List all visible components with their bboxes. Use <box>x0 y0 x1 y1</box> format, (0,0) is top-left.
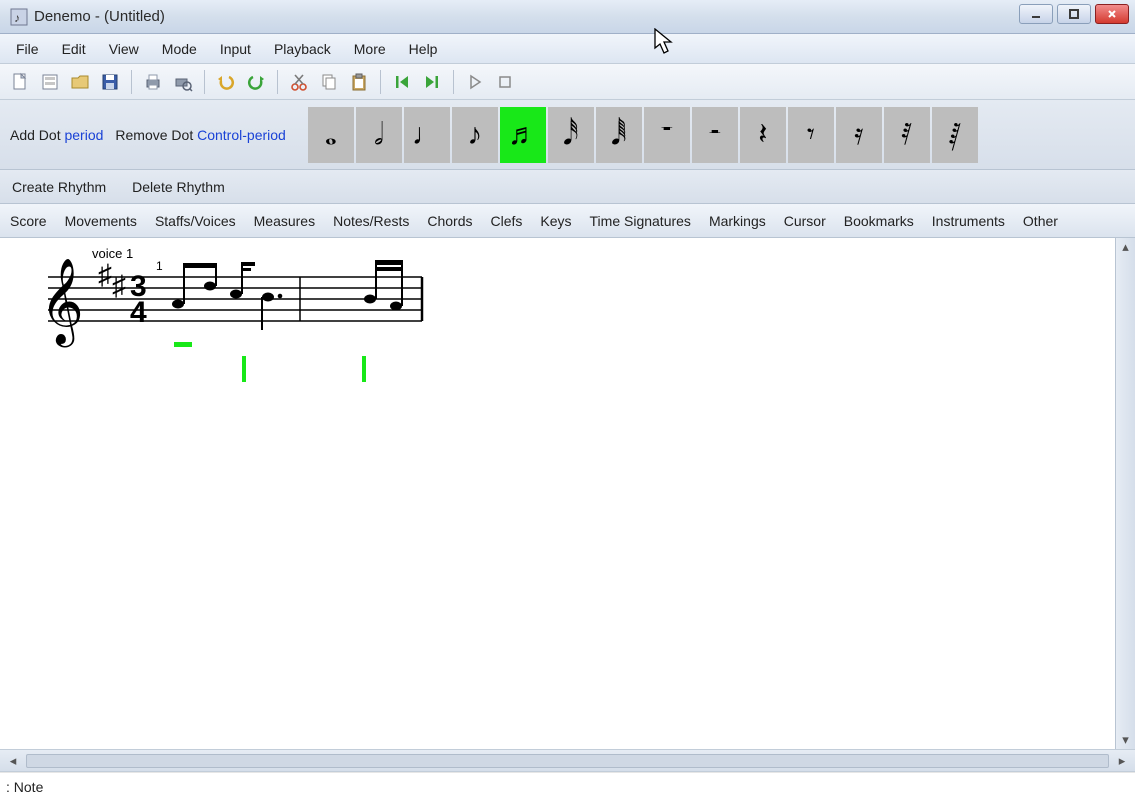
score-canvas[interactable]: voice 1 1 𝄞 ♯ ♯ 3 4 <box>0 238 1115 749</box>
open-folder-icon[interactable] <box>68 70 92 94</box>
copy-icon[interactable] <box>317 70 341 94</box>
menu-file[interactable]: File <box>6 37 49 61</box>
stop-icon[interactable] <box>493 70 517 94</box>
cut-icon[interactable] <box>287 70 311 94</box>
tab-instruments[interactable]: Instruments <box>932 213 1005 229</box>
menu-more[interactable]: More <box>344 37 396 61</box>
duration-palette: Add Dot period Remove Dot Control-period… <box>0 100 1135 170</box>
save-icon[interactable] <box>98 70 122 94</box>
tab-clefs[interactable]: Clefs <box>490 213 522 229</box>
tab-bookmarks[interactable]: Bookmarks <box>844 213 914 229</box>
go-end-icon[interactable] <box>420 70 444 94</box>
app-icon: ♪ <box>10 8 28 26</box>
menu-mode[interactable]: Mode <box>152 37 207 61</box>
add-dot-shortcut: period <box>64 127 103 143</box>
remove-dot-shortcut: Control-period <box>197 127 286 143</box>
window-title: Denemo - (Untitled) <box>34 8 165 25</box>
duration-sixtyfourth-rest[interactable]: 𝅁 <box>932 107 978 163</box>
time-denominator: 4 <box>130 296 147 329</box>
menu-view[interactable]: View <box>99 37 149 61</box>
scroll-left-icon[interactable]: ◂ <box>4 753 22 769</box>
notes-beat-1 <box>172 263 217 347</box>
tab-staffs-voices[interactable]: Staffs/Voices <box>155 213 236 229</box>
maximize-button[interactable] <box>1057 4 1091 24</box>
tab-notes-rests[interactable]: Notes/Rests <box>333 213 409 229</box>
go-start-icon[interactable] <box>390 70 414 94</box>
measure-number: 1 <box>156 259 163 273</box>
duration-eighth-note[interactable]: ♪ <box>452 107 498 163</box>
status-text: : Note <box>6 779 43 795</box>
new-file-icon[interactable] <box>8 70 32 94</box>
window-controls <box>1017 4 1131 24</box>
duration-sixtyfourth-note[interactable]: 𝅘𝅥𝅱 <box>596 107 642 163</box>
treble-clef-icon: 𝄞 <box>40 259 84 348</box>
menu-edit[interactable]: Edit <box>52 37 96 61</box>
delete-rhythm-button[interactable]: Delete Rhythm <box>132 179 225 195</box>
duration-sixteenth-rest[interactable]: 𝄿 <box>836 107 882 163</box>
menu-help[interactable]: Help <box>399 37 448 61</box>
print-icon[interactable] <box>141 70 165 94</box>
menu-playback[interactable]: Playback <box>264 37 341 61</box>
paste-icon[interactable] <box>347 70 371 94</box>
print-preview-icon[interactable] <box>171 70 195 94</box>
toolbar-separator <box>131 70 132 94</box>
vertical-scrollbar[interactable]: ▴ ▾ <box>1115 238 1135 749</box>
rhythm-row: Create Rhythm Delete Rhythm <box>0 170 1135 204</box>
sharp-icon: ♯ <box>112 270 126 301</box>
duration-whole-rest[interactable]: 𝄻 <box>644 107 690 163</box>
tab-cursor[interactable]: Cursor <box>784 213 826 229</box>
toolbar-separator <box>277 70 278 94</box>
tab-row: Score Movements Staffs/Voices Measures Notes… <box>0 204 1135 238</box>
tab-score[interactable]: Score <box>10 213 47 229</box>
duration-quarter-rest[interactable]: 𝄽 <box>740 107 786 163</box>
toolbar-separator <box>204 70 205 94</box>
duration-thirtysecond-note[interactable]: 𝅘𝅥𝅰 <box>548 107 594 163</box>
undo-icon[interactable] <box>214 70 238 94</box>
remove-dot-label: Remove Dot <box>115 127 193 143</box>
duration-sixteenth-note[interactable]: ♬ <box>500 107 546 163</box>
close-button[interactable] <box>1095 4 1129 24</box>
horizontal-scrollbar[interactable]: ◂ ▸ <box>0 750 1135 772</box>
tab-keys[interactable]: Keys <box>540 213 571 229</box>
scroll-down-icon[interactable]: ▾ <box>1116 731 1135 749</box>
add-dot-button[interactable]: Add Dot period <box>10 127 103 143</box>
tab-movements[interactable]: Movements <box>65 213 137 229</box>
score-area: voice 1 1 𝄞 ♯ ♯ 3 4 <box>0 238 1135 750</box>
add-dot-label: Add Dot <box>10 127 61 143</box>
toolbar-separator <box>453 70 454 94</box>
tab-chords[interactable]: Chords <box>427 213 472 229</box>
notes-beat-2 <box>230 262 282 382</box>
toolbar-separator <box>380 70 381 94</box>
menubar: FileEditViewModeInputPlaybackMoreHelp <box>0 34 1135 64</box>
scroll-up-icon[interactable]: ▴ <box>1116 238 1135 256</box>
tab-time-signatures[interactable]: Time Signatures <box>590 213 691 229</box>
redo-icon[interactable] <box>244 70 268 94</box>
open-template-icon[interactable] <box>38 70 62 94</box>
duration-half-rest[interactable]: 𝄼 <box>692 107 738 163</box>
duration-quarter-note[interactable]: ♩ <box>404 107 450 163</box>
create-rhythm-button[interactable]: Create Rhythm <box>12 179 106 195</box>
toolbar <box>0 64 1135 100</box>
duration-half-note[interactable]: 𝅗𝅥 <box>356 107 402 163</box>
tab-markings[interactable]: Markings <box>709 213 766 229</box>
titlebar: ♪ Denemo - (Untitled) <box>0 0 1135 34</box>
tab-measures[interactable]: Measures <box>254 213 315 229</box>
remove-dot-button[interactable]: Remove Dot Control-period <box>115 127 285 143</box>
menu-input[interactable]: Input <box>210 37 261 61</box>
duration-eighth-rest[interactable]: 𝄾 <box>788 107 834 163</box>
scroll-right-icon[interactable]: ▸ <box>1113 753 1131 769</box>
play-icon[interactable] <box>463 70 487 94</box>
minimize-button[interactable] <box>1019 4 1053 24</box>
tab-other[interactable]: Other <box>1023 213 1058 229</box>
duration-thirtysecond-rest[interactable]: 𝅀 <box>884 107 930 163</box>
sharp-icon: ♯ <box>98 259 112 290</box>
duration-whole-note[interactable]: 𝅝 <box>308 107 354 163</box>
svg-text:♪: ♪ <box>14 11 20 25</box>
statusbar: : Note <box>0 772 1135 800</box>
